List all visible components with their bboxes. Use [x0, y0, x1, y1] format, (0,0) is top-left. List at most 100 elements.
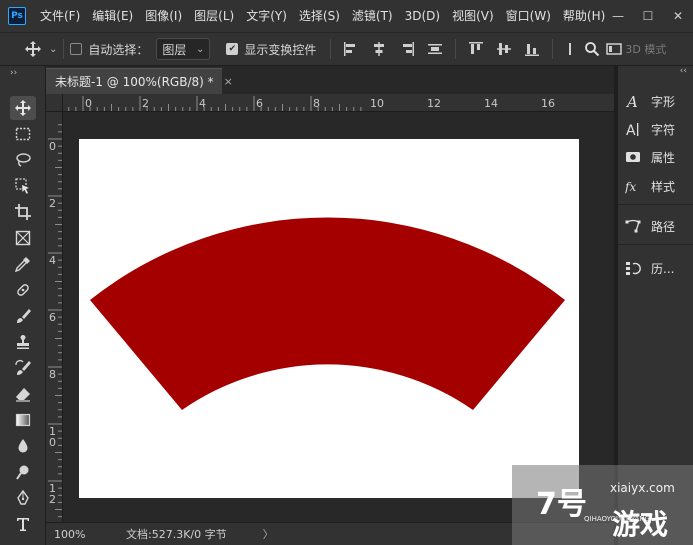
panel-glyphs-label: 字形: [651, 94, 676, 109]
document-tab-bar: 未标题-1 @ 100%(RGB/8) * ×: [46, 66, 614, 94]
watermark-subtitle: QIHAOYOUXIWANG: [584, 515, 651, 523]
menu-3d[interactable]: 3D(D): [399, 0, 446, 32]
svg-text:fx: fx: [625, 180, 636, 194]
menu-edit[interactable]: 编辑(E): [86, 0, 139, 32]
ruler-label: 2: [142, 97, 149, 110]
panel-character-label: 字符: [651, 122, 676, 137]
panel-paths-label: 路径: [651, 219, 676, 234]
marquee-icon[interactable]: [10, 122, 36, 146]
zoom-level[interactable]: 100%: [54, 528, 126, 541]
close-button[interactable]: ✕: [663, 0, 693, 32]
menu-select[interactable]: 选择(S): [293, 0, 346, 32]
panel-character[interactable]: A 字符: [618, 115, 693, 143]
pen-icon[interactable]: [10, 486, 36, 510]
gradient-icon[interactable]: [10, 408, 36, 432]
history-brush-icon[interactable]: [10, 356, 36, 380]
align-horizontal-center-icon[interactable]: [370, 40, 388, 58]
photoshop-logo: Ps: [8, 7, 26, 25]
close-tab-icon[interactable]: ×: [224, 75, 233, 88]
auto-select-checkbox[interactable]: [70, 43, 83, 55]
move-icon[interactable]: [10, 96, 36, 120]
horizontal-ruler-ticks: 0 2 4 6 8 10 12 14 16: [68, 96, 555, 111]
ruler-label: 0: [49, 140, 56, 153]
align-top-icon[interactable]: [467, 40, 485, 58]
search-icon[interactable]: [583, 40, 601, 58]
status-menu-icon[interactable]: 〉: [263, 526, 274, 542]
align-vertical-center-icon[interactable]: [495, 40, 513, 58]
brush-icon[interactable]: [10, 304, 36, 328]
ruler-label: 14: [484, 97, 498, 110]
blur-icon[interactable]: [10, 434, 36, 458]
vertical-ruler[interactable]: 024681012: [46, 112, 63, 522]
auto-select-label: 自动选择：: [88, 42, 149, 57]
eyedropper-icon[interactable]: [10, 252, 36, 276]
menu-layer[interactable]: 图层(L): [188, 0, 240, 32]
tool-preset-chevron-icon[interactable]: ⌄: [49, 44, 57, 55]
document-tab[interactable]: 未标题-1 @ 100%(RGB/8) * ×: [46, 68, 233, 94]
divider: [618, 244, 693, 245]
maximize-button[interactable]: ☐: [633, 0, 663, 32]
object-select-icon[interactable]: [10, 174, 36, 198]
divider: [63, 39, 65, 59]
ruler-label: 8: [313, 97, 320, 110]
lasso-icon[interactable]: [10, 148, 36, 172]
canvas-workspace[interactable]: [63, 112, 614, 522]
window-controls: — ☐ ✕: [603, 0, 693, 32]
divider: [552, 39, 554, 59]
ruler-label: 0: [49, 436, 56, 449]
more-options-icon[interactable]: [561, 40, 579, 58]
menu-filter[interactable]: 滤镜(T): [346, 0, 399, 32]
panel-history[interactable]: 历...: [618, 254, 693, 282]
auto-select-target-dropdown[interactable]: 图层 ⌄: [156, 38, 211, 60]
ruler-origin[interactable]: [46, 94, 63, 112]
options-bar: ⌄ 自动选择： 图层 ⌄ ✔ 显示变换控件 3D 模式: [0, 32, 693, 66]
distribute-icon[interactable]: [426, 40, 444, 58]
dropdown-value: 图层: [162, 42, 187, 57]
divider: [455, 39, 457, 59]
show-transform-checkbox[interactable]: ✔: [226, 43, 239, 55]
menu-file[interactable]: 文件(F): [34, 0, 86, 32]
minimize-button[interactable]: —: [603, 0, 633, 32]
align-bottom-icon[interactable]: [523, 40, 541, 58]
menu-bar: Ps 文件(F) 编辑(E) 图像(I) 图层(L) 文字(Y) 选择(S) 滤…: [0, 0, 693, 32]
panel-paths[interactable]: 路径: [618, 212, 693, 240]
menu-type[interactable]: 文字(Y): [240, 0, 293, 32]
ruler-label: 2: [49, 493, 56, 506]
move-tool-icon[interactable]: [24, 40, 42, 58]
stamp-icon[interactable]: [10, 330, 36, 354]
menu-image[interactable]: 图像(I): [139, 0, 188, 32]
menu-window[interactable]: 窗口(W): [500, 0, 557, 32]
horizontal-ruler[interactable]: 0 2 4 6 8 10 12 14 16: [63, 94, 614, 112]
ruler-label: 0: [85, 97, 92, 110]
show-transform-label: 显示变换控件: [244, 42, 317, 57]
panel-styles-label: 样式: [651, 179, 676, 194]
panel-properties-label: 属性: [651, 150, 676, 165]
tools-panel: ››: [0, 66, 46, 545]
collapse-panels-icon[interactable]: ‹‹: [680, 66, 687, 76]
document-canvas[interactable]: [79, 139, 579, 498]
align-right-icon[interactable]: [398, 40, 416, 58]
eraser-icon[interactable]: [10, 382, 36, 406]
chevron-down-icon: ⌄: [196, 43, 205, 55]
panel-properties[interactable]: 属性: [618, 143, 693, 171]
healing-brush-icon[interactable]: [10, 278, 36, 302]
dodge-icon[interactable]: [10, 460, 36, 484]
align-left-icon[interactable]: [342, 40, 360, 58]
ruler-label: 4: [199, 97, 206, 110]
frame-icon[interactable]: [10, 226, 36, 250]
watermark-logo-text: 7号: [536, 487, 587, 522]
svg-text:A: A: [626, 123, 636, 137]
crop-icon[interactable]: [10, 200, 36, 224]
fx-icon: fx: [625, 180, 636, 194]
fan-shape[interactable]: [90, 217, 565, 410]
watermark-domain: xiaiyx.com: [610, 481, 675, 495]
menu-view[interactable]: 视图(V): [446, 0, 500, 32]
workspace-icon[interactable]: [605, 40, 623, 58]
character-icon: A: [626, 123, 639, 137]
panel-styles[interactable]: fx 样式: [618, 172, 693, 200]
panel-glyphs[interactable]: A 字形: [618, 87, 693, 115]
type-icon[interactable]: [10, 512, 36, 536]
collapse-toolbar-icon[interactable]: ››: [0, 66, 45, 80]
ruler-label: 16: [541, 97, 555, 110]
ruler-label: 2: [49, 197, 56, 210]
